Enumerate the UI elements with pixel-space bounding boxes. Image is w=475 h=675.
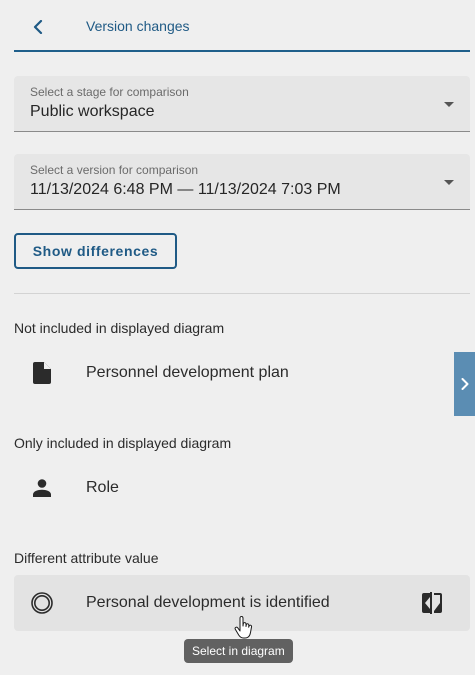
caret-down-icon bbox=[444, 180, 454, 185]
list-item-not-included[interactable]: Personnel development plan bbox=[14, 345, 470, 401]
stage-select-label: Select a stage for comparison bbox=[30, 85, 189, 99]
compare-icon bbox=[422, 592, 442, 614]
version-select-value: 11/13/2024 6:48 PM — 11/13/2024 7:03 PM bbox=[30, 181, 341, 198]
compare-button[interactable] bbox=[420, 591, 444, 615]
page-title: Version changes bbox=[86, 18, 190, 34]
tooltip: Select in diagram bbox=[184, 639, 293, 663]
stage-select-value: Public workspace bbox=[30, 103, 155, 120]
list-item-label: Personnel development plan bbox=[86, 364, 289, 381]
section-heading-not-included: Not included in displayed diagram bbox=[14, 320, 225, 336]
caret-down-icon bbox=[444, 102, 454, 107]
list-item-label: Personal development is identified bbox=[86, 594, 330, 611]
chevron-right-icon bbox=[461, 378, 468, 390]
version-select-label: Select a version for comparison bbox=[30, 163, 199, 177]
section-heading-different-attribute: Different attribute value bbox=[14, 550, 159, 566]
version-changes-panel: Version changes Select a stage for compa… bbox=[0, 0, 475, 675]
divider bbox=[14, 293, 470, 294]
panel-header: Version changes bbox=[14, 0, 470, 52]
show-differences-button[interactable]: Show differences bbox=[14, 233, 177, 269]
chevron-left-icon bbox=[33, 20, 43, 34]
event-circle-icon bbox=[30, 591, 54, 615]
back-button[interactable] bbox=[28, 13, 48, 41]
person-icon bbox=[30, 476, 54, 500]
list-item-only-included[interactable]: Role bbox=[14, 460, 470, 516]
stage-select[interactable]: Select a stage for comparison Public wor… bbox=[14, 76, 470, 132]
expand-panel-tab[interactable] bbox=[454, 352, 475, 416]
section-heading-only-included: Only included in displayed diagram bbox=[14, 435, 232, 451]
document-icon bbox=[30, 361, 54, 385]
version-select[interactable]: Select a version for comparison 11/13/20… bbox=[14, 154, 470, 210]
list-item-label: Role bbox=[86, 479, 119, 496]
